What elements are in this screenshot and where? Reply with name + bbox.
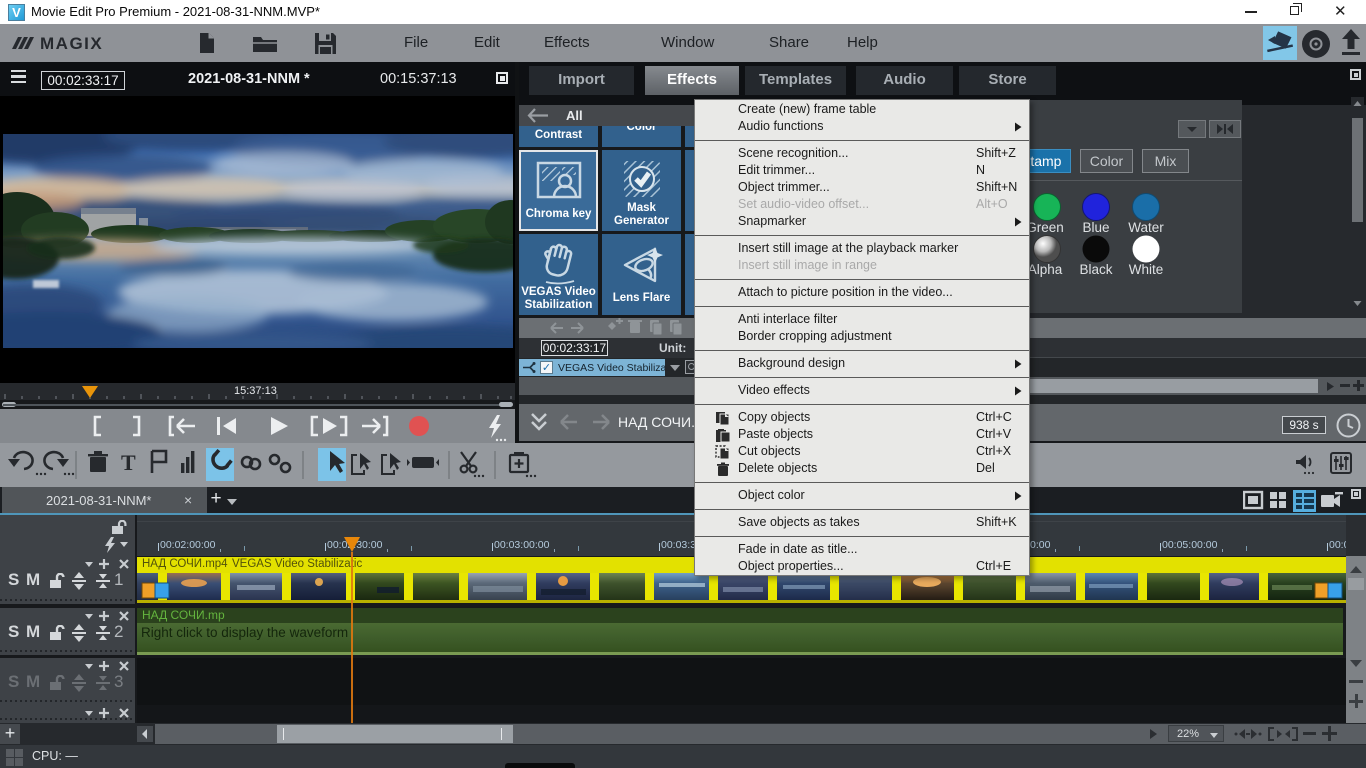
svg-text:White: White <box>1129 262 1164 277</box>
svg-text:Blue: Blue <box>1082 220 1109 235</box>
svg-text:Black: Black <box>1079 262 1112 277</box>
svg-text:T: T <box>121 450 136 475</box>
svg-text:Green: Green <box>1026 220 1064 235</box>
svg-text:Water: Water <box>1128 220 1164 235</box>
svg-text:MAGIX: MAGIX <box>40 34 103 53</box>
svg-text:Alpha: Alpha <box>1028 262 1063 277</box>
